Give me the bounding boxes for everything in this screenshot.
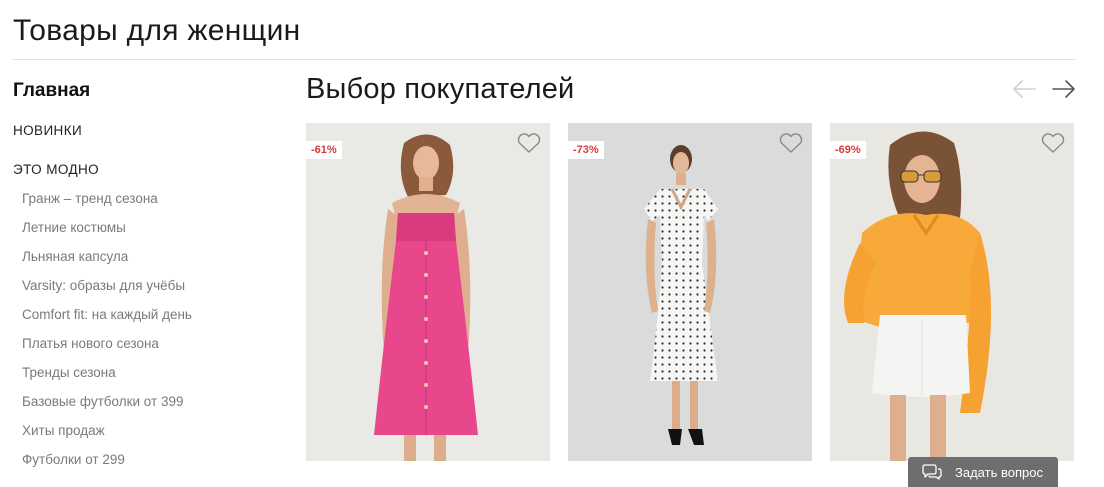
discount-badge: -69% (830, 141, 866, 159)
product-card[interactable]: -73% (568, 123, 812, 461)
sidebar-subitem-tees-299[interactable]: Футболки от 299 (13, 451, 273, 480)
sidebar-subitem-new-season-dresses[interactable]: Платья нового сезона (13, 335, 273, 364)
heart-icon[interactable] (516, 132, 542, 154)
sidebar-subitem-bestsellers[interactable]: Хиты продаж (13, 422, 273, 451)
trending-sublist: Гранж – тренд сезона Летние костюмы Льня… (13, 190, 273, 480)
discount-badge: -73% (568, 141, 604, 159)
chat-bubble-icon (922, 464, 942, 480)
sidebar-subitem-summer-suits[interactable]: Летние костюмы (13, 219, 273, 248)
arrow-right-icon[interactable] (1051, 78, 1077, 100)
ask-question-label: Задать вопрос (955, 464, 1043, 480)
heart-icon[interactable] (778, 132, 804, 154)
arrow-left-icon[interactable] (1011, 78, 1037, 100)
title-divider (13, 59, 1076, 60)
product-card[interactable]: -61% (306, 123, 550, 461)
ask-question-button[interactable]: Задать вопрос (908, 457, 1058, 487)
discount-badge: -61% (306, 141, 342, 159)
sidebar-item-main[interactable]: Главная (13, 78, 273, 104)
sidebar-subitem-linen-capsule[interactable]: Льняная капсула (13, 248, 273, 277)
sidebar-subitem-comfort-fit[interactable]: Comfort fit: на каждый день (13, 306, 273, 335)
sidebar-item-new[interactable]: новинки (13, 123, 273, 139)
product-card[interactable]: -69% (830, 123, 1074, 461)
page-title: Товары для женщин (13, 14, 301, 47)
sidebar-subitem-varsity[interactable]: Varsity: образы для учёбы (13, 277, 273, 306)
product-image (568, 123, 812, 461)
sidebar-subitem-basic-tees[interactable]: Базовые футболки от 399 (13, 393, 273, 422)
heart-icon[interactable] (1040, 132, 1066, 154)
product-image (306, 123, 550, 461)
sidebar-item-trending[interactable]: это модно (13, 162, 273, 178)
sidebar-subitem-grunge[interactable]: Гранж – тренд сезона (13, 190, 273, 219)
sidebar-subitem-season-trends[interactable]: Тренды сезона (13, 364, 273, 393)
product-image (830, 123, 1074, 461)
category-sidebar: Главная новинки это модно Гранж – тренд … (13, 78, 273, 480)
section-title: Выбор покупателей (306, 73, 575, 105)
